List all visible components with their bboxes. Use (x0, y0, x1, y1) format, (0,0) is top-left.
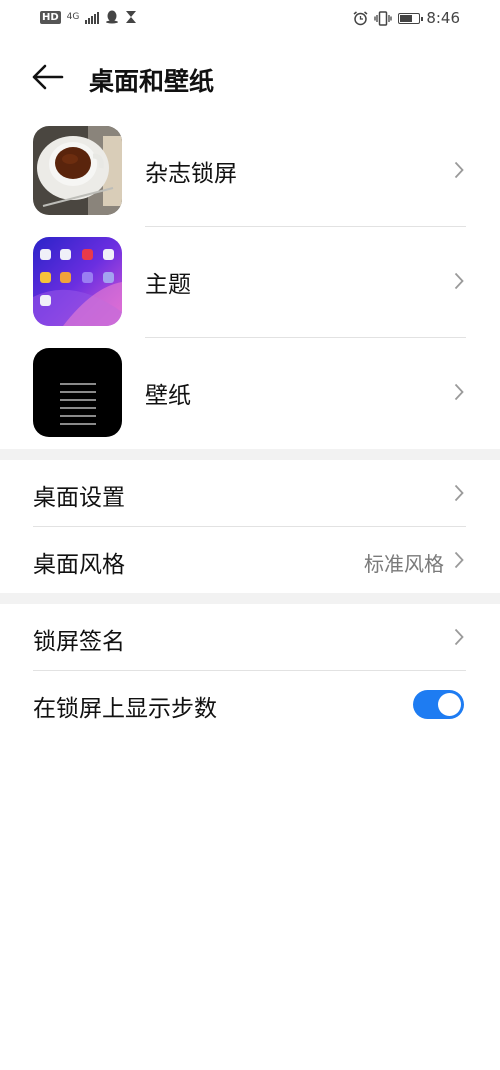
chevron-right-icon (454, 628, 464, 646)
page-title: 桌面和壁纸 (89, 67, 215, 96)
battery-icon (398, 12, 424, 24)
list-item-desktop-settings[interactable]: 桌面设置 (0, 460, 500, 526)
theme-preview-icon (33, 237, 122, 326)
chevron-right-icon (454, 272, 464, 290)
lock-signature-label: 锁屏签名 (33, 629, 125, 655)
signal-icon (85, 11, 100, 24)
chevron-right-icon (454, 383, 464, 401)
themes-label: 主题 (145, 272, 191, 298)
list-item-desktop-style[interactable]: 桌面风格 标准风格 (0, 527, 500, 593)
back-arrow-icon[interactable] (30, 62, 66, 92)
toggle-knob (438, 693, 461, 716)
section-divider (0, 593, 500, 604)
show-steps-label: 在锁屏上显示步数 (33, 696, 217, 722)
desktop-style-value: 标准风格 (364, 552, 444, 576)
list-item-wallpaper[interactable]: 壁纸 (0, 336, 500, 447)
network-type: 4G (66, 11, 80, 22)
status-bar: HD 4G 8:46 (0, 0, 500, 38)
list-item-magazine-lockscreen[interactable]: 杂志锁屏 (0, 114, 500, 225)
wallpaper-preview-icon (33, 348, 122, 437)
section-divider (0, 449, 500, 460)
list-item-themes[interactable]: 主题 (0, 225, 500, 336)
status-time: 8:46 (426, 9, 460, 27)
hd-badge: HD (40, 10, 61, 24)
list-item-lock-signature[interactable]: 锁屏签名 (0, 604, 500, 670)
status-right: 8:46 (353, 9, 460, 27)
wallpaper-label: 壁纸 (145, 383, 191, 409)
list-item-show-steps: 在锁屏上显示步数 (0, 671, 500, 737)
qq-icon (106, 10, 119, 24)
status-left: HD 4G (40, 10, 137, 24)
chevron-right-icon (454, 551, 464, 569)
header: 桌面和壁纸 (0, 52, 500, 104)
magazine-lockscreen-label: 杂志锁屏 (145, 161, 237, 187)
desktop-style-label: 桌面风格 (33, 552, 125, 578)
vibrate-icon (374, 10, 392, 26)
chevron-right-icon (454, 161, 464, 179)
hourglass-icon (126, 11, 137, 23)
desktop-settings-label: 桌面设置 (33, 485, 125, 511)
coffee-cup-photo-icon (33, 126, 122, 215)
show-steps-toggle[interactable] (413, 690, 464, 719)
chevron-right-icon (454, 484, 464, 502)
alarm-icon (353, 10, 368, 25)
